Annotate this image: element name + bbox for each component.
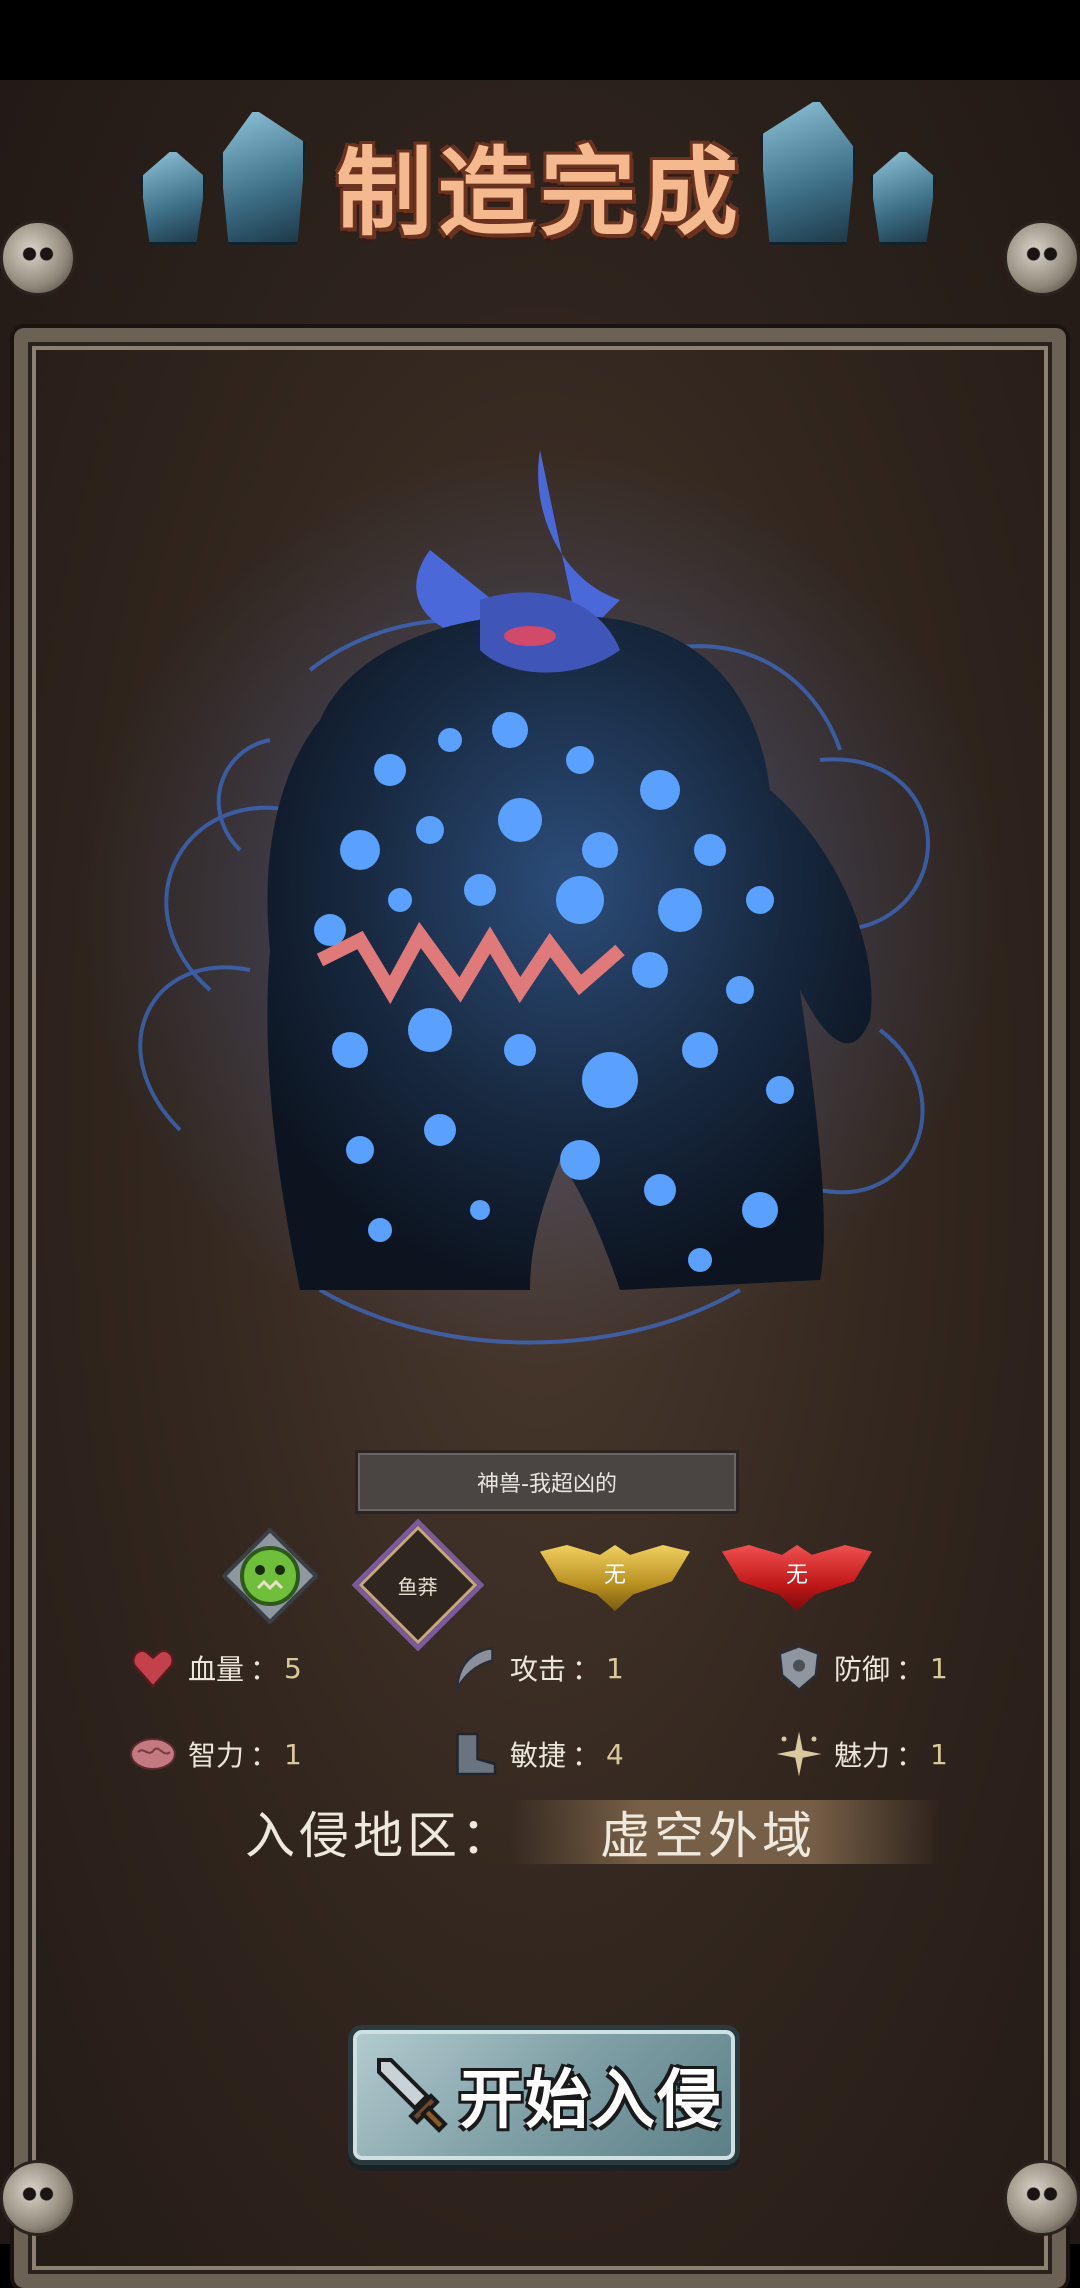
stat-colon: ： [250, 1653, 279, 1686]
stat-value: 1 [930, 1651, 948, 1685]
monster-name: 神兽-我超凶的 [477, 1472, 617, 1497]
region-label: 入侵地区： [245, 1807, 515, 1865]
region-value: 虚空外域 [600, 1807, 816, 1865]
brain-icon [128, 1729, 178, 1779]
stat-hp: 血量 ： 5 [128, 1643, 302, 1693]
stat-colon: ： [572, 1653, 601, 1686]
sparkle-icon [774, 1729, 824, 1779]
start-invasion-label: 开始入侵 [459, 2064, 723, 2138]
skull-corner-icon [1004, 2160, 1080, 2236]
stat-value: 1 [930, 1737, 948, 1771]
race-badge[interactable] [222, 1528, 318, 1624]
skull-corner-icon [0, 220, 76, 296]
stat-colon: ： [572, 1739, 601, 1772]
stat-label: 血量 [188, 1653, 245, 1686]
stat-label: 攻击 [510, 1653, 567, 1686]
red-wing-label: 无 [785, 1563, 808, 1588]
orc-face-icon [222, 1528, 318, 1624]
stat-value: 4 [606, 1737, 624, 1771]
monster-portrait [60, 430, 1020, 1390]
boot-icon [450, 1729, 500, 1779]
heart-icon [128, 1643, 178, 1693]
skull-corner-icon [0, 2160, 76, 2236]
stat-charm: 魅力 ： 1 [774, 1729, 948, 1779]
monster-name-box: 神兽-我超凶的 [355, 1450, 739, 1514]
status-bar [0, 0, 1080, 80]
stat-label: 防御 [834, 1653, 891, 1686]
shield-icon [774, 1643, 824, 1693]
stat-value: 5 [284, 1651, 302, 1685]
stat-colon: ： [896, 1653, 925, 1686]
stat-intelligence: 智力 ： 1 [128, 1729, 302, 1779]
stat-value: 1 [606, 1651, 624, 1685]
title-banner: 制造完成 [130, 95, 950, 249]
stat-value: 1 [284, 1737, 302, 1771]
monster-illustration [80, 450, 1000, 1370]
stat-label: 敏捷 [510, 1739, 567, 1772]
stat-label: 魅力 [834, 1739, 891, 1772]
stat-label: 智力 [188, 1739, 245, 1772]
stat-agility: 敏捷 ： 4 [450, 1729, 624, 1779]
page-title: 制造完成 [336, 137, 744, 249]
gold-wing-label: 无 [603, 1563, 626, 1588]
invasion-region: 入侵地区： 虚空外域 [180, 1800, 940, 1865]
start-invasion-button[interactable]: 开始入侵 [348, 2025, 740, 2165]
stat-defense: 防御 ： 1 [774, 1643, 948, 1693]
claw-icon [450, 1643, 500, 1693]
stat-colon: ： [250, 1739, 279, 1772]
stat-attack: 攻击 ： 1 [450, 1643, 624, 1693]
trait-label: 鱼莽 [398, 1574, 438, 1599]
sword-icon [377, 2058, 448, 2133]
skull-corner-icon [1004, 220, 1080, 296]
stat-colon: ： [896, 1739, 925, 1772]
